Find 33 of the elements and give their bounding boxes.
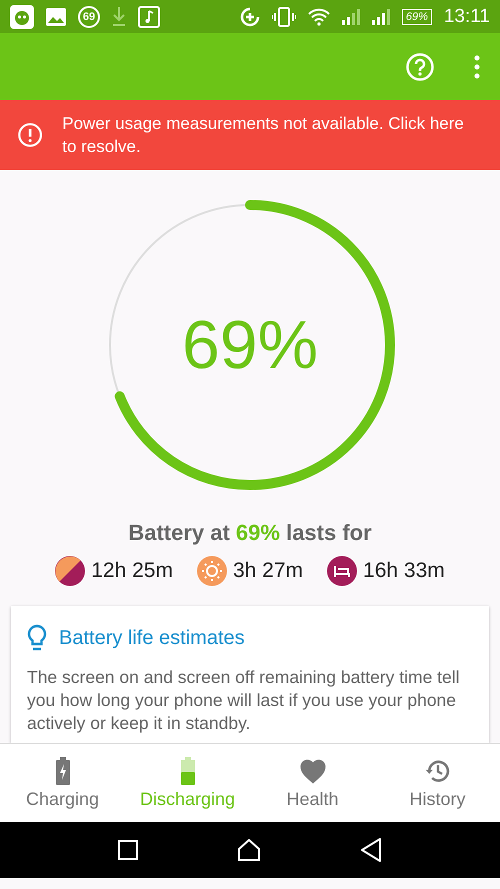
half-circle-icon (55, 556, 86, 586)
warning-text: Power usage measurements not available. Click here to resolve. (62, 113, 465, 158)
download-icon (112, 6, 126, 26)
sun-icon (196, 556, 227, 586)
bed-icon (327, 556, 358, 586)
alert-icon (18, 121, 42, 149)
nav-tab[interactable]: Charging (0, 744, 125, 822)
card-title: Battery life estimates (59, 626, 245, 650)
battery-percentage: 69% (182, 306, 318, 384)
clock: 13:11 (444, 6, 490, 28)
nav-tab[interactable]: History (375, 744, 500, 822)
signal-icon (342, 8, 360, 24)
data-saver-icon (240, 6, 260, 26)
wifi-icon (308, 8, 330, 26)
signal-icon (372, 8, 390, 24)
time-estimate: 16h 33m (363, 559, 445, 583)
warning-banner[interactable]: Power usage measurements not available. Click here to resolve. (0, 100, 500, 170)
nav-tab[interactable]: Health (250, 744, 375, 822)
music-note-icon (138, 6, 160, 28)
battery-bolt-icon (54, 756, 70, 784)
battery-indicator: 69% (402, 8, 432, 24)
notification-badge: 69 (78, 6, 100, 28)
home-icon[interactable] (238, 839, 260, 861)
image-icon (46, 8, 66, 26)
battery-summary: Battery at 69% lasts for (128, 520, 372, 546)
time-estimate: 12h 25m (91, 559, 173, 583)
time-estimate: 3h 27m (232, 559, 304, 583)
lightbulb-icon (27, 624, 47, 652)
battery-icon (180, 756, 196, 784)
back-icon[interactable] (360, 838, 382, 862)
vibrate-icon (272, 6, 296, 26)
card-text: The screen on and screen off remaining battery time tell you how long your phone will last if you use your phone actively or keep it in standby. (27, 666, 461, 735)
recents-icon[interactable] (118, 840, 138, 860)
